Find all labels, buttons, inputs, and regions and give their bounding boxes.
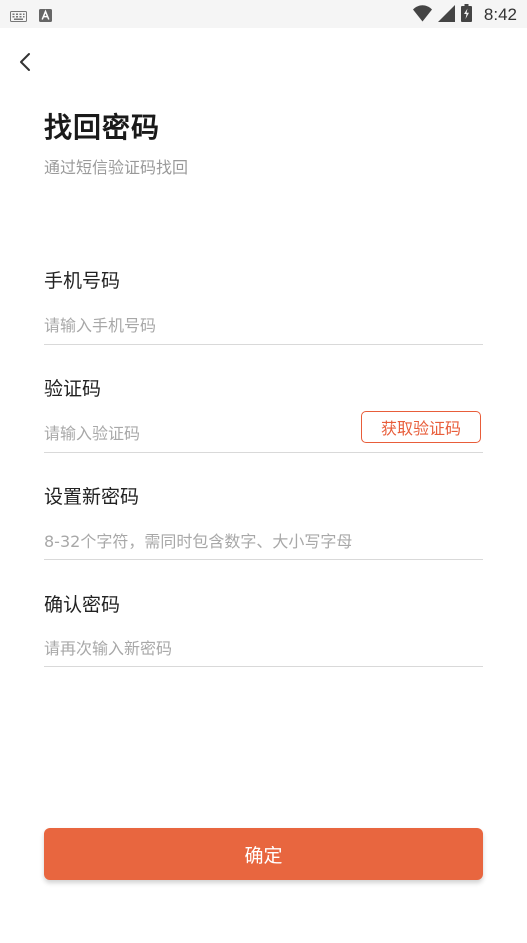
confirm-password-label: 确认密码: [44, 594, 121, 616]
battery-icon: [460, 4, 472, 26]
phone-input[interactable]: [44, 311, 344, 339]
new-password-input[interactable]: [44, 527, 474, 555]
chevron-left-icon: [19, 52, 31, 76]
code-divider: [44, 452, 483, 453]
get-code-button[interactable]: 获取验证码: [361, 411, 481, 443]
status-time: 8:42: [483, 5, 517, 24]
code-input[interactable]: [44, 419, 344, 447]
confirm-button[interactable]: 确定: [44, 828, 483, 880]
new-password-label: 设置新密码: [44, 486, 140, 508]
signal-icon: [437, 4, 455, 26]
wifi-icon: [412, 4, 432, 26]
a-badge-icon: [39, 7, 52, 26]
keyboard-icon: [10, 7, 27, 26]
phone-label: 手机号码: [44, 270, 121, 292]
new-password-divider: [44, 559, 483, 560]
page-title: 找回密码: [44, 111, 161, 144]
forgot-password-screen: 8:42 找回密码 通过短信验证码找回 手机号码 验证码 获取验证码 设置新密码…: [0, 0, 527, 943]
confirm-password-input[interactable]: [44, 634, 344, 662]
confirm-password-divider: [44, 666, 483, 667]
phone-divider: [44, 344, 483, 345]
back-button[interactable]: [14, 52, 36, 76]
status-bar-right: 8:42: [412, 4, 517, 26]
code-label: 验证码: [44, 378, 102, 400]
status-bar-left: [10, 7, 52, 26]
page-subtitle: 通过短信验证码找回: [44, 158, 189, 177]
status-bar: 8:42: [0, 0, 527, 28]
